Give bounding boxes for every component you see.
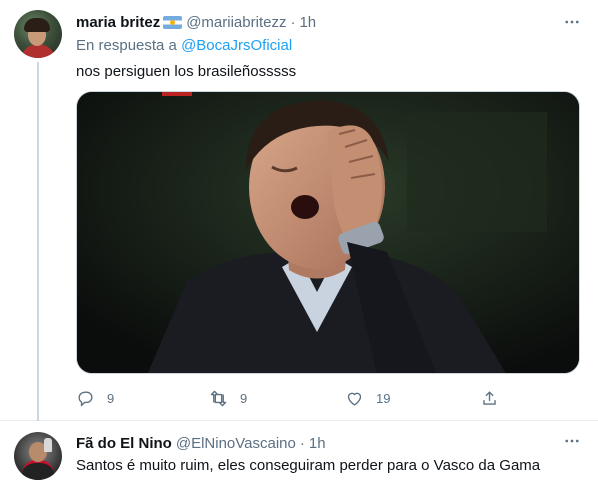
display-name[interactable]: Fã do El Nino [76,435,172,452]
tweet-header: maria britez @mariiabritezz · 1h [76,12,316,32]
like-count: 19 [376,390,391,406]
tweet-photo[interactable] [76,91,580,374]
retweet-button[interactable]: 9 [209,388,247,408]
like-button[interactable]: 19 [345,388,390,408]
reply-prefix: En respuesta a [76,37,177,54]
separator: · [290,13,296,31]
avatar[interactable] [14,432,62,480]
heart-icon [347,392,362,406]
separator: · [299,434,305,452]
more-options-icon[interactable] [561,11,583,33]
tweet[interactable]: maria britez @mariiabritezz · 1h En resp… [0,0,598,421]
reply-count: 9 [107,390,115,406]
reply-context: En respuesta a @BocaJrsOficial [76,37,292,54]
tweet-header: Fã do El Nino @ElNinoVascaino · 1h [76,433,326,453]
reply-button[interactable]: 9 [76,388,114,408]
handle[interactable]: @mariiabritezz [186,14,286,31]
share-icon [483,390,496,405]
display-name[interactable]: maria britez [76,14,160,31]
tweet-text: nos persiguen los brasileñosssss [76,63,297,80]
reply-mention-link[interactable]: @BocaJrsOficial [181,37,292,54]
tweet[interactable]: Fã do El Nino @ElNinoVascaino · 1h Santo… [0,421,598,491]
argentina-flag-icon [163,15,183,29]
retweet-count: 9 [240,390,248,406]
more-options-icon[interactable] [561,430,583,452]
reply-icon [78,390,93,407]
handle[interactable]: @ElNinoVascaino [176,435,296,452]
timestamp[interactable]: 1h [309,435,326,452]
retweet-icon [210,390,227,406]
thread-line [37,62,39,421]
timestamp[interactable]: 1h [299,14,316,31]
tweet-actions: 9 9 19 [76,388,506,408]
share-button[interactable] [480,388,499,408]
tweet-text: Santos é muito ruim, eles conseguiram pe… [76,457,541,474]
avatar[interactable] [14,10,62,58]
